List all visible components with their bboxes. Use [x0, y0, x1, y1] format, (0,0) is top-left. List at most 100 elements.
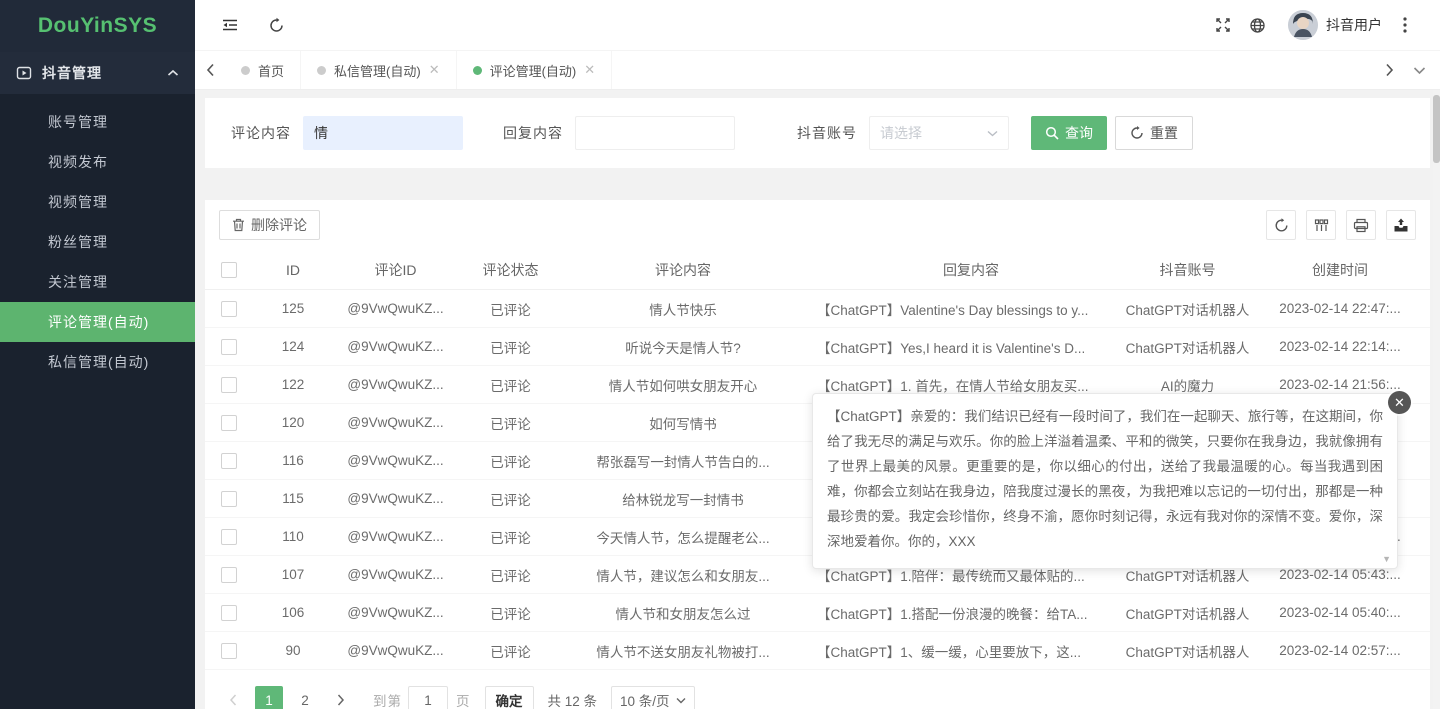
cell-created-time: 2023-02-14 22:14:... — [1250, 339, 1430, 354]
cell-comment-status: 已评论 — [458, 641, 563, 661]
cell-reply-content[interactable]: 【ChatGPT】1.搭配一份浪漫的晚餐：给TA... — [803, 603, 1125, 623]
page-number-2[interactable]: 2 — [291, 686, 319, 709]
vertical-scrollbar[interactable] — [1433, 90, 1440, 709]
tab-item[interactable]: 首页 — [225, 51, 301, 89]
account-filter-label: 抖音账号 — [797, 123, 857, 143]
main-area: 抖音用户 首页私信管理(自动)✕评论管理(自动)✕ 评论内容 回复内容 抖音账号 — [195, 0, 1440, 709]
language-globe-icon[interactable] — [1240, 8, 1274, 42]
row-checkbox[interactable] — [221, 301, 237, 317]
row-checkbox[interactable] — [221, 605, 237, 621]
header-created-time: 创建时间 — [1250, 260, 1430, 280]
row-checkbox[interactable] — [221, 339, 237, 355]
sidebar-group-douyin[interactable]: 抖音管理 — [0, 52, 195, 94]
cell-comment-status: 已评论 — [458, 337, 563, 357]
cell-created-time: 2023-02-14 05:40:... — [1250, 605, 1430, 620]
row-checkbox[interactable] — [221, 453, 237, 469]
sidebar-item-link[interactable]: 粉丝管理 — [0, 222, 195, 262]
sidebar-item-link[interactable]: 账号管理 — [0, 102, 195, 142]
page-next-icon[interactable] — [327, 686, 355, 709]
cell-comment-id: @9VwQwuKZ... — [333, 491, 458, 506]
row-checkbox[interactable] — [221, 567, 237, 583]
goto-page-label: 到第 — [373, 690, 402, 709]
cell-comment-status: 已评论 — [458, 413, 563, 433]
row-checkbox[interactable] — [221, 377, 237, 393]
reply-tooltip-popup: 【ChatGPT】亲爱的：我们结识已经有一段时间了，我们在一起聊天、旅行等，在这… — [812, 393, 1398, 569]
tab-close-icon[interactable]: ✕ — [584, 62, 595, 78]
sidebar-item-link[interactable]: 视频管理 — [0, 182, 195, 222]
cell-comment-status: 已评论 — [458, 489, 563, 509]
tab-status-dot — [473, 66, 482, 75]
cell-comment-content[interactable]: 给林锐龙写一封情书 — [563, 489, 803, 509]
chevron-down-icon — [676, 697, 686, 704]
cell-comment-status: 已评论 — [458, 375, 563, 395]
table-columns-icon[interactable] — [1306, 210, 1336, 240]
row-checkbox[interactable] — [221, 529, 237, 545]
reset-button-label: 重置 — [1150, 123, 1178, 143]
total-count-label: 共 12 条 — [548, 690, 598, 709]
refresh-page-icon[interactable] — [259, 8, 293, 42]
tab-close-icon[interactable]: ✕ — [429, 62, 440, 78]
cell-id: 107 — [253, 567, 333, 582]
account-select[interactable]: 请选择 — [869, 116, 1009, 150]
row-checkbox[interactable] — [221, 415, 237, 431]
more-menu-icon[interactable] — [1388, 8, 1422, 42]
print-icon[interactable] — [1346, 210, 1376, 240]
fullscreen-icon[interactable] — [1206, 8, 1240, 42]
reset-button[interactable]: 重置 — [1115, 116, 1193, 150]
sidebar-item-active[interactable]: 评论管理(自动) — [0, 302, 195, 342]
row-checkbox[interactable] — [221, 491, 237, 507]
delete-comments-button[interactable]: 删除评论 — [219, 210, 320, 240]
user-avatar[interactable] — [1288, 10, 1318, 40]
export-icon[interactable] — [1386, 210, 1416, 240]
tab-item[interactable]: 私信管理(自动)✕ — [301, 51, 457, 89]
tabs-menu-chevron-down-icon[interactable] — [1404, 66, 1434, 75]
table-row: 90@9VwQwuKZ...已评论情人节不送女朋友礼物被打...【ChatGPT… — [205, 632, 1430, 670]
cell-comment-content[interactable]: 今天情人节，怎么提醒老公... — [563, 527, 803, 547]
sidebar-item-link[interactable]: 关注管理 — [0, 262, 195, 302]
tabs-scroll-right-icon[interactable] — [1374, 63, 1404, 77]
close-icon[interactable]: ✕ — [1388, 391, 1411, 414]
cell-created-time: 2023-02-14 21:56:... — [1250, 377, 1430, 392]
cell-douyin-account: ChatGPT对话机器人 — [1125, 299, 1250, 319]
cell-comment-content[interactable]: 情人节和女朋友怎么过 — [563, 603, 803, 623]
username-label[interactable]: 抖音用户 — [1326, 15, 1382, 35]
reply-filter-input[interactable] — [575, 116, 735, 150]
goto-confirm-button[interactable]: 确定 — [485, 686, 534, 709]
comment-filter-input[interactable] — [303, 116, 463, 150]
page-number-1[interactable]: 1 — [255, 686, 283, 709]
table-refresh-icon[interactable] — [1266, 210, 1296, 240]
cell-comment-content[interactable]: 帮张磊写一封情人节告白的... — [563, 451, 803, 471]
page-size-select[interactable]: 10 条/页 — [611, 686, 695, 709]
cell-created-time: 2023-02-14 22:47:... — [1250, 301, 1430, 316]
cell-comment-content[interactable]: 听说今天是情人节? — [563, 337, 803, 357]
cell-comment-content[interactable]: 情人节快乐 — [563, 299, 803, 319]
cell-reply-content[interactable]: 【ChatGPT】1、缓一缓，心里要放下，这... — [803, 641, 1125, 661]
cell-id: 90 — [253, 643, 333, 658]
tabs-scroll-left-icon[interactable] — [195, 63, 225, 77]
cell-comment-content[interactable]: 情人节，建议怎么和女朋友... — [563, 565, 803, 585]
table-row: 125@9VwQwuKZ...已评论情人节快乐【ChatGPT】Valentin… — [205, 290, 1430, 328]
sidebar-item-link[interactable]: 视频发布 — [0, 142, 195, 182]
cell-comment-content[interactable]: 情人节如何哄女朋友开心 — [563, 375, 803, 395]
cell-comment-content[interactable]: 情人节不送女朋友礼物被打... — [563, 641, 803, 661]
cell-reply-content[interactable]: 【ChatGPT】Valentine's Day blessings to y.… — [803, 299, 1125, 319]
page-prev-icon[interactable] — [219, 686, 247, 709]
row-checkbox[interactable] — [221, 643, 237, 659]
sidebar-item-link[interactable]: 私信管理(自动) — [0, 342, 195, 382]
select-all-checkbox[interactable] — [221, 262, 237, 278]
video-play-icon — [16, 65, 32, 81]
tab-item[interactable]: 评论管理(自动)✕ — [457, 51, 613, 89]
page-content: 评论内容 回复内容 抖音账号 请选择 查询 重置 — [195, 90, 1440, 709]
app-logo-text: DouYinSYS — [38, 14, 157, 38]
table-row: 124@9VwQwuKZ...已评论听说今天是情人节?【ChatGPT】Yes,… — [205, 328, 1430, 366]
cell-comment-status: 已评论 — [458, 603, 563, 623]
cell-comment-id: @9VwQwuKZ... — [333, 415, 458, 430]
search-button[interactable]: 查询 — [1031, 116, 1107, 150]
scrollbar-thumb[interactable] — [1433, 95, 1440, 163]
goto-page-input[interactable] — [408, 686, 448, 709]
cell-reply-content[interactable]: 【ChatGPT】Yes,I heard it is Valentine's D… — [803, 337, 1125, 357]
header-douyin-account: 抖音账号 — [1125, 260, 1250, 280]
cell-reply-content[interactable]: 【ChatGPT】1. 首先，在情人节给女朋友买... — [803, 375, 1125, 395]
collapse-sidebar-icon[interactable] — [213, 8, 247, 42]
cell-comment-content[interactable]: 如何写情书 — [563, 413, 803, 433]
